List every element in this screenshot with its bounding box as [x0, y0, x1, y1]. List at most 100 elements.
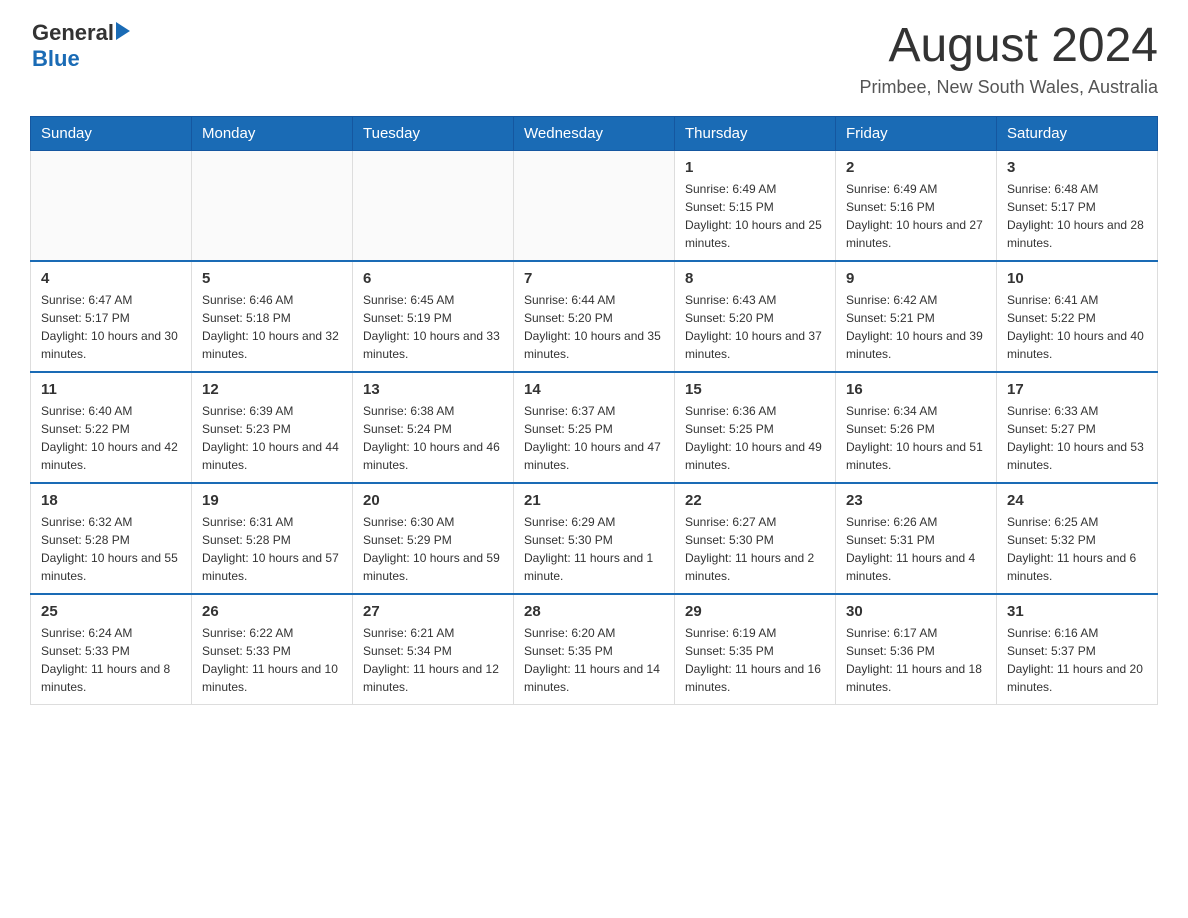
- day-info: Sunrise: 6:33 AM Sunset: 5:27 PM Dayligh…: [1007, 402, 1147, 474]
- day-number: 18: [41, 492, 181, 509]
- calendar-table: SundayMondayTuesdayWednesdayThursdayFrid…: [30, 116, 1158, 705]
- calendar-week-row: 4 Sunrise: 6:47 AM Sunset: 5:17 PM Daylig…: [31, 261, 1158, 372]
- day-info: Sunrise: 6:31 AM Sunset: 5:28 PM Dayligh…: [202, 513, 342, 585]
- day-number: 20: [363, 492, 503, 509]
- day-number: 16: [846, 381, 986, 398]
- calendar-cell: 1 Sunrise: 6:49 AM Sunset: 5:15 PM Daylig…: [675, 150, 836, 261]
- day-info: Sunrise: 6:46 AM Sunset: 5:18 PM Dayligh…: [202, 291, 342, 363]
- calendar-header-tuesday: Tuesday: [353, 116, 514, 150]
- calendar-cell: 20 Sunrise: 6:30 AM Sunset: 5:29 PM Dayli…: [353, 483, 514, 594]
- calendar-header-sunday: Sunday: [31, 116, 192, 150]
- day-info: Sunrise: 6:36 AM Sunset: 5:25 PM Dayligh…: [685, 402, 825, 474]
- day-number: 10: [1007, 270, 1147, 287]
- calendar-cell: 17 Sunrise: 6:33 AM Sunset: 5:27 PM Dayli…: [997, 372, 1158, 483]
- calendar-cell: [31, 150, 192, 261]
- day-info: Sunrise: 6:30 AM Sunset: 5:29 PM Dayligh…: [363, 513, 503, 585]
- day-info: Sunrise: 6:21 AM Sunset: 5:34 PM Dayligh…: [363, 624, 503, 696]
- calendar-header-saturday: Saturday: [997, 116, 1158, 150]
- calendar-header-row: SundayMondayTuesdayWednesdayThursdayFrid…: [31, 116, 1158, 150]
- calendar-cell: [353, 150, 514, 261]
- calendar-cell: 15 Sunrise: 6:36 AM Sunset: 5:25 PM Dayli…: [675, 372, 836, 483]
- day-info: Sunrise: 6:40 AM Sunset: 5:22 PM Dayligh…: [41, 402, 181, 474]
- day-number: 8: [685, 270, 825, 287]
- day-info: Sunrise: 6:47 AM Sunset: 5:17 PM Dayligh…: [41, 291, 181, 363]
- day-number: 9: [846, 270, 986, 287]
- day-number: 3: [1007, 159, 1147, 176]
- calendar-cell: [514, 150, 675, 261]
- page-subtitle: Primbee, New South Wales, Australia: [860, 77, 1158, 98]
- page-title: August 2024: [860, 20, 1158, 73]
- calendar-cell: 30 Sunrise: 6:17 AM Sunset: 5:36 PM Dayli…: [836, 594, 997, 705]
- day-info: Sunrise: 6:20 AM Sunset: 5:35 PM Dayligh…: [524, 624, 664, 696]
- calendar-cell: 2Sunrise: 6:49 AM Sunset: 5:16 PM Daylig…: [836, 150, 997, 261]
- day-info: Sunrise: 6:19 AM Sunset: 5:35 PM Dayligh…: [685, 624, 825, 696]
- day-number: 11: [41, 381, 181, 398]
- title-block: August 2024 Primbee, New South Wales, Au…: [860, 20, 1158, 98]
- calendar-cell: 19 Sunrise: 6:31 AM Sunset: 5:28 PM Dayli…: [192, 483, 353, 594]
- page-header: General Blue August 2024 Primbee, New So…: [30, 20, 1158, 98]
- day-number: 13: [363, 381, 503, 398]
- day-info: Sunrise: 6:29 AM Sunset: 5:30 PM Dayligh…: [524, 513, 664, 585]
- day-info: Sunrise: 6:37 AM Sunset: 5:25 PM Dayligh…: [524, 402, 664, 474]
- day-info: Sunrise: 6:44 AM Sunset: 5:20 PM Dayligh…: [524, 291, 664, 363]
- day-info: Sunrise: 6:45 AM Sunset: 5:19 PM Dayligh…: [363, 291, 503, 363]
- day-number: 5: [202, 270, 342, 287]
- calendar-cell: 26 Sunrise: 6:22 AM Sunset: 5:33 PM Dayli…: [192, 594, 353, 705]
- calendar-cell: [192, 150, 353, 261]
- calendar-cell: 29 Sunrise: 6:19 AM Sunset: 5:35 PM Dayli…: [675, 594, 836, 705]
- calendar-cell: 21 Sunrise: 6:29 AM Sunset: 5:30 PM Dayli…: [514, 483, 675, 594]
- day-info: Sunrise: 6:22 AM Sunset: 5:33 PM Dayligh…: [202, 624, 342, 696]
- day-info: Sunrise: 6:24 AM Sunset: 5:33 PM Dayligh…: [41, 624, 181, 696]
- day-number: 24: [1007, 492, 1147, 509]
- calendar-cell: 28 Sunrise: 6:20 AM Sunset: 5:35 PM Dayli…: [514, 594, 675, 705]
- calendar-week-row: 11 Sunrise: 6:40 AM Sunset: 5:22 PM Dayli…: [31, 372, 1158, 483]
- calendar-cell: 10 Sunrise: 6:41 AM Sunset: 5:22 PM Dayli…: [997, 261, 1158, 372]
- calendar-cell: 31Sunrise: 6:16 AM Sunset: 5:37 PM Dayli…: [997, 594, 1158, 705]
- day-info: Sunrise: 6:42 AM Sunset: 5:21 PM Dayligh…: [846, 291, 986, 363]
- logo-general: General: [32, 20, 114, 46]
- day-info: Sunrise: 6:34 AM Sunset: 5:26 PM Dayligh…: [846, 402, 986, 474]
- calendar-cell: 7 Sunrise: 6:44 AM Sunset: 5:20 PM Daylig…: [514, 261, 675, 372]
- day-number: 25: [41, 603, 181, 620]
- day-info: Sunrise: 6:17 AM Sunset: 5:36 PM Dayligh…: [846, 624, 986, 696]
- calendar-cell: 23 Sunrise: 6:26 AM Sunset: 5:31 PM Dayli…: [836, 483, 997, 594]
- calendar-header-friday: Friday: [836, 116, 997, 150]
- day-number: 15: [685, 381, 825, 398]
- calendar-header-thursday: Thursday: [675, 116, 836, 150]
- calendar-cell: 25 Sunrise: 6:24 AM Sunset: 5:33 PM Dayli…: [31, 594, 192, 705]
- logo: General Blue: [30, 20, 130, 72]
- calendar-cell: 22Sunrise: 6:27 AM Sunset: 5:30 PM Dayli…: [675, 483, 836, 594]
- calendar-header-wednesday: Wednesday: [514, 116, 675, 150]
- day-info: Sunrise: 6:49 AM Sunset: 5:15 PM Dayligh…: [685, 180, 825, 252]
- day-number: 7: [524, 270, 664, 287]
- day-number: 2: [846, 159, 986, 176]
- day-number: 23: [846, 492, 986, 509]
- day-number: 30: [846, 603, 986, 620]
- day-number: 12: [202, 381, 342, 398]
- day-number: 19: [202, 492, 342, 509]
- day-number: 27: [363, 603, 503, 620]
- calendar-cell: 14Sunrise: 6:37 AM Sunset: 5:25 PM Dayli…: [514, 372, 675, 483]
- day-number: 21: [524, 492, 664, 509]
- calendar-week-row: 25 Sunrise: 6:24 AM Sunset: 5:33 PM Dayli…: [31, 594, 1158, 705]
- day-info: Sunrise: 6:26 AM Sunset: 5:31 PM Dayligh…: [846, 513, 986, 585]
- day-number: 6: [363, 270, 503, 287]
- day-number: 26: [202, 603, 342, 620]
- day-number: 1: [685, 159, 825, 176]
- day-number: 29: [685, 603, 825, 620]
- calendar-cell: 18 Sunrise: 6:32 AM Sunset: 5:28 PM Dayli…: [31, 483, 192, 594]
- day-info: Sunrise: 6:25 AM Sunset: 5:32 PM Dayligh…: [1007, 513, 1147, 585]
- calendar-cell: 11 Sunrise: 6:40 AM Sunset: 5:22 PM Dayli…: [31, 372, 192, 483]
- day-info: Sunrise: 6:27 AM Sunset: 5:30 PM Dayligh…: [685, 513, 825, 585]
- calendar-week-row: 1 Sunrise: 6:49 AM Sunset: 5:15 PM Daylig…: [31, 150, 1158, 261]
- day-number: 4: [41, 270, 181, 287]
- calendar-cell: 4 Sunrise: 6:47 AM Sunset: 5:17 PM Daylig…: [31, 261, 192, 372]
- day-info: Sunrise: 6:41 AM Sunset: 5:22 PM Dayligh…: [1007, 291, 1147, 363]
- day-info: Sunrise: 6:32 AM Sunset: 5:28 PM Dayligh…: [41, 513, 181, 585]
- day-number: 17: [1007, 381, 1147, 398]
- day-number: 28: [524, 603, 664, 620]
- day-info: Sunrise: 6:48 AM Sunset: 5:17 PM Dayligh…: [1007, 180, 1147, 252]
- calendar-cell: 5 Sunrise: 6:46 AM Sunset: 5:18 PM Daylig…: [192, 261, 353, 372]
- calendar-cell: 12Sunrise: 6:39 AM Sunset: 5:23 PM Dayli…: [192, 372, 353, 483]
- calendar-cell: 3 Sunrise: 6:48 AM Sunset: 5:17 PM Daylig…: [997, 150, 1158, 261]
